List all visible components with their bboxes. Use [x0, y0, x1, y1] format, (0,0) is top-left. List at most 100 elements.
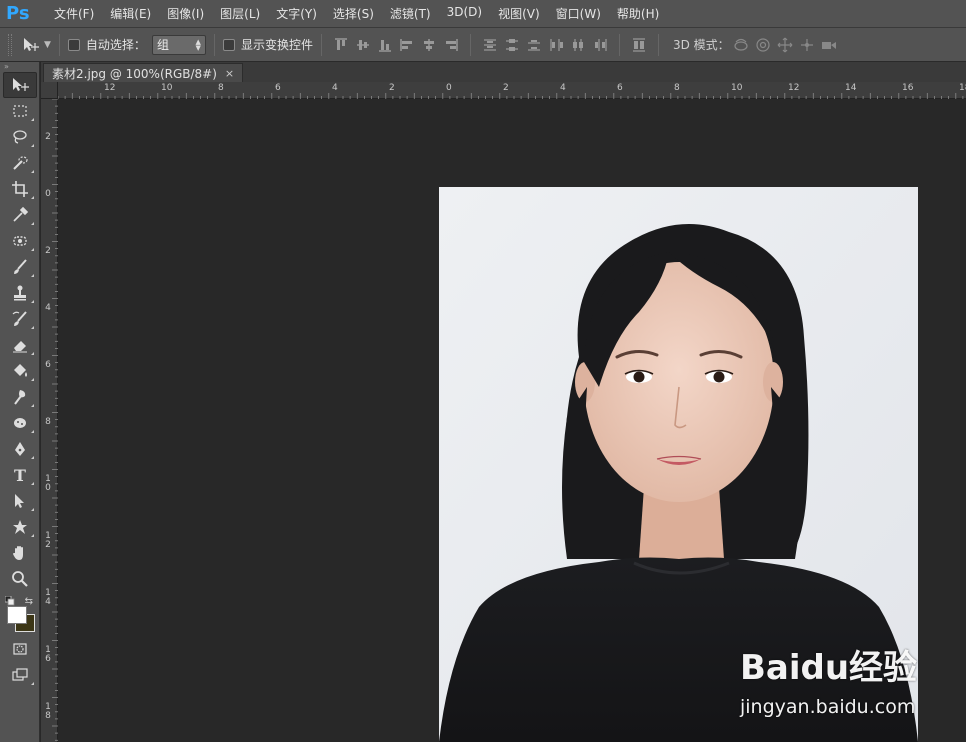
distribute-right-button[interactable]	[589, 34, 611, 56]
updown-arrows-icon: ▲ ▼	[195, 37, 201, 52]
show-transform-checkbox[interactable]	[222, 38, 235, 51]
quick-selection-tool[interactable]	[3, 150, 37, 176]
paint-bucket-icon	[14, 364, 27, 377]
distribute-bottom-button[interactable]	[523, 34, 545, 56]
3d-slide-button[interactable]	[796, 34, 818, 56]
align-left-button[interactable]	[396, 34, 418, 56]
auto-select-label: 自动选择：	[85, 38, 146, 52]
hand-icon	[13, 546, 23, 560]
align-right-button[interactable]	[440, 34, 462, 56]
hand-tool[interactable]	[3, 540, 37, 566]
healing-brush-tool[interactable]	[3, 228, 37, 254]
align-bottom-button[interactable]	[374, 34, 396, 56]
foreground-color-swatch[interactable]	[7, 606, 27, 624]
magnifier-icon	[12, 571, 28, 587]
menu-filter[interactable]: 滤镜(T)	[382, 5, 439, 22]
smudge-icon	[14, 390, 26, 405]
ruler-label: 6	[275, 83, 281, 93]
vertical-ruler[interactable]: 2 0 2 4 6 8 10 12 14 16 18	[41, 99, 58, 742]
ruler-label: 14	[845, 83, 857, 93]
eyedropper-icon	[13, 206, 29, 222]
distribute-hcenter-button[interactable]	[567, 34, 589, 56]
chevron-down-icon: ▼	[44, 39, 51, 50]
document-tab[interactable]: 素材2.jpg @ 100%(RGB/8#) ×	[43, 63, 244, 82]
divider	[58, 33, 60, 56]
3d-rotate-button[interactable]	[730, 34, 752, 56]
align-top-button[interactable]	[330, 34, 352, 56]
ruler-label: 12	[104, 83, 116, 93]
path-selection-tool[interactable]	[3, 488, 37, 514]
close-icon[interactable]: ×	[225, 67, 234, 80]
history-brush-tool[interactable]	[3, 306, 37, 332]
distribute-top-icon	[483, 38, 496, 51]
rectangular-marquee-icon	[13, 105, 27, 117]
document-canvas[interactable]	[58, 99, 966, 742]
3d-roll-icon	[756, 37, 770, 52]
menu-3d[interactable]: 3D(D)	[439, 5, 490, 22]
ruler-origin[interactable]	[41, 82, 58, 99]
eraser-tool[interactable]	[3, 332, 37, 358]
crop-tool[interactable]	[3, 176, 37, 202]
distribute-left-button[interactable]	[545, 34, 567, 56]
zoom-tool[interactable]	[3, 566, 37, 592]
lasso-tool[interactable]	[3, 124, 37, 150]
blur-tool[interactable]	[3, 384, 37, 410]
3d-roll-button[interactable]	[752, 34, 774, 56]
auto-align-button[interactable]	[628, 34, 650, 56]
auto-select-value: 组	[156, 38, 169, 52]
clone-stamp-tool[interactable]	[3, 280, 37, 306]
ruler-label: 12	[45, 531, 51, 550]
ruler-label: 8	[674, 83, 680, 93]
screen-mode-button[interactable]	[3, 662, 37, 688]
menu-image[interactable]: 图像(I)	[159, 5, 212, 22]
ruler-label: 4	[45, 303, 51, 313]
screen-mode-icon	[12, 668, 28, 681]
divider	[469, 33, 471, 56]
move-tool[interactable]	[3, 72, 37, 98]
default-colors-icon[interactable]	[5, 596, 15, 606]
align-hcenter-icon	[423, 38, 434, 51]
ps-logo: Ps	[6, 3, 30, 24]
eraser-icon	[13, 341, 27, 353]
options-grip[interactable]	[8, 33, 12, 56]
distribute-vcenter-button[interactable]	[501, 34, 523, 56]
shape-tool[interactable]	[3, 514, 37, 540]
menu-layer[interactable]: 图层(L)	[212, 5, 268, 22]
ruler-label: 2	[389, 83, 395, 93]
menu-view[interactable]: 视图(V)	[490, 5, 548, 22]
healing-brush-icon	[13, 236, 27, 246]
pen-icon	[15, 442, 25, 456]
menu-type[interactable]: 文字(Y)	[268, 5, 325, 22]
paint-bucket-tool[interactable]	[3, 358, 37, 384]
quick-mask-button[interactable]	[3, 636, 37, 662]
brush-tool[interactable]	[3, 254, 37, 280]
tool-preset-picker[interactable]: ▼	[22, 37, 51, 53]
type-tool[interactable]: T	[3, 462, 37, 488]
align-hcenter-button[interactable]	[418, 34, 440, 56]
menu-bar: Ps 文件(F) 编辑(E) 图像(I) 图层(L) 文字(Y) 选择(S) 滤…	[0, 0, 966, 28]
align-top-icon	[334, 37, 347, 50]
dodge-tool[interactable]	[3, 410, 37, 436]
3d-slide-icon	[800, 38, 813, 51]
menu-select[interactable]: 选择(S)	[325, 5, 382, 22]
type-icon: T	[14, 465, 26, 485]
menu-edit[interactable]: 编辑(E)	[102, 5, 159, 22]
pen-tool[interactable]	[3, 436, 37, 462]
horizontal-ruler[interactable]: 12 10 8 6 4 2 0 2 4 6 8 10 12 14 16 18	[58, 82, 966, 99]
align-vcenter-button[interactable]	[352, 34, 374, 56]
align-left-icon	[400, 38, 412, 51]
auto-select-checkbox[interactable]	[67, 38, 80, 51]
eyedropper-tool[interactable]	[3, 202, 37, 228]
horizontal-ruler-ticks	[58, 93, 964, 99]
lasso-icon	[13, 130, 27, 144]
3d-scale-button[interactable]	[818, 34, 840, 56]
3d-pan-button[interactable]	[774, 34, 796, 56]
ruler-label: 2	[45, 132, 51, 142]
auto-select-dropdown[interactable]: 组 ▲ ▼	[151, 34, 206, 55]
toolbox-collapse-icon[interactable]: »	[0, 62, 39, 72]
marquee-tool[interactable]	[3, 98, 37, 124]
menu-file[interactable]: 文件(F)	[46, 5, 102, 22]
menu-help[interactable]: 帮助(H)	[609, 5, 667, 22]
menu-window[interactable]: 窗口(W)	[548, 5, 609, 22]
distribute-top-button[interactable]	[479, 34, 501, 56]
